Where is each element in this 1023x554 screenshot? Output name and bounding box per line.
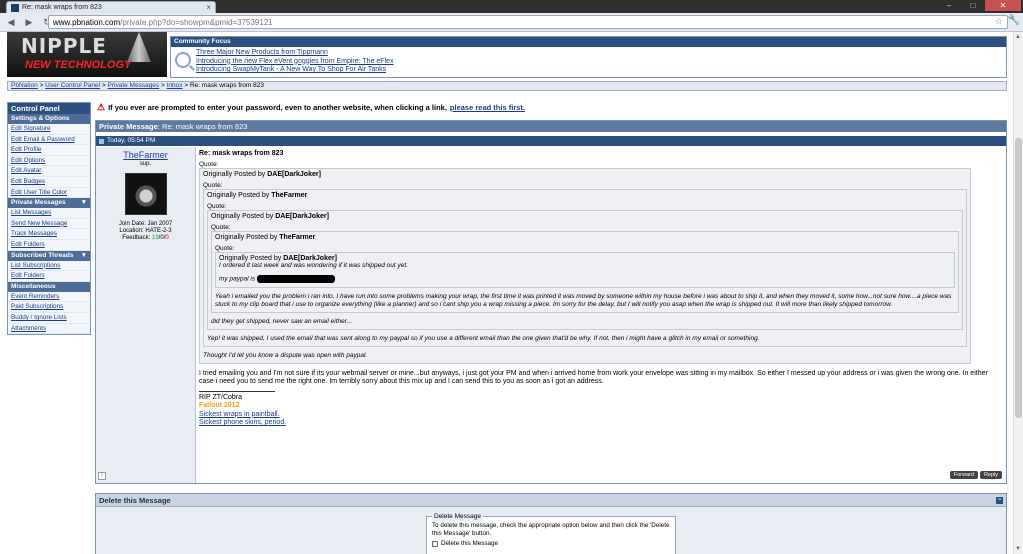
breadcrumb-link[interactable]: Inbox	[167, 82, 183, 89]
reply-text: I tried emailing you and I'm not sure if…	[199, 369, 988, 386]
page-scrollbar[interactable]: ▲ ▼	[1013, 32, 1023, 554]
back-icon[interactable]: ◀	[4, 15, 18, 29]
warning-icon: ⚠	[97, 102, 106, 112]
forward-icon[interactable]: ▶	[22, 15, 36, 29]
community-focus-title: Community Focus	[171, 37, 1006, 47]
sidebar-item[interactable]: Event Reminders	[8, 291, 90, 303]
signature: RIP ZT/Cobra Fallout 2012 Sickest wraps …	[197, 390, 1006, 428]
sidebar-item[interactable]: Paid Subscriptions	[8, 302, 90, 313]
checkbox-icon	[432, 540, 438, 547]
sidebar-item[interactable]: Edit Signature	[8, 124, 90, 135]
breadcrumb-current: Re: mask wraps from 823	[189, 82, 264, 89]
collapse-arrow-icon: ▼	[80, 199, 87, 207]
logo-tagline: NEW TECHNOLOGY	[25, 59, 132, 71]
sidebar-item[interactable]: Edit Options	[8, 155, 90, 167]
community-focus-box: Community Focus Three Major New Products…	[170, 36, 1007, 78]
breadcrumb: PbNation > User Control Panel > Private …	[7, 81, 1007, 91]
username-link[interactable]: TheFarmer	[96, 150, 195, 160]
url-host: www.pbnation.com	[53, 17, 121, 27]
bookmark-star-icon[interactable]: ☆	[995, 16, 1003, 27]
avatar	[124, 173, 167, 215]
focus-link[interactable]: Introducing the new Flex eVent goggles f…	[196, 58, 394, 67]
user-stats: Join Date: Jan 2007 Location: HATE-2-3 F…	[118, 221, 173, 241]
scrollbar-thumb[interactable]	[1015, 138, 1022, 418]
sidebar-item[interactable]: Edit Badges	[8, 176, 90, 188]
sidebar-item[interactable]: Edit Avatar	[8, 166, 90, 177]
pm-header: Private Message: Re: mask wraps from 823	[96, 121, 1006, 132]
window-controls: – □ ✕	[937, 0, 1021, 11]
delete-checkbox[interactable]: Delete this Message	[432, 540, 670, 548]
wrench-icon[interactable]: 🔧	[1008, 15, 1020, 26]
tab-title: Re: mask wraps from 823	[22, 4, 102, 11]
sidebar-item[interactable]: Attachments	[8, 323, 90, 335]
close-tab-icon[interactable]: ×	[206, 3, 211, 12]
sidebar-item[interactable]: List Messages	[8, 208, 90, 219]
warning-link[interactable]: please read this first.	[450, 103, 525, 112]
message-body: Re: mask wraps from 823 Quote: Originall…	[197, 147, 1006, 483]
message-actions: Forward Reply	[949, 471, 1002, 479]
forward-button[interactable]: Forward	[949, 471, 978, 479]
address-bar[interactable]: www.pbnation.com/private.php?do=showpm&p…	[48, 15, 1008, 29]
user-title: sup.	[139, 161, 152, 167]
sidebar-item[interactable]: List Subscriptions	[8, 260, 90, 272]
minimize-icon[interactable]: –	[937, 0, 961, 11]
sidebar-item[interactable]: Edit User Title Color	[8, 187, 90, 199]
sidebar-item[interactable]: Buddy / Ignore Lists	[8, 312, 90, 324]
sidebar-item[interactable]: Edit Folders	[8, 239, 90, 251]
breadcrumb-link[interactable]: Private Messages	[108, 82, 160, 89]
sidebar-section-header[interactable]: Subscribed Threads ▼	[8, 250, 90, 261]
site-logo[interactable]: NIPPLE NEW TECHNOLOGY	[7, 32, 167, 77]
sidebar-item[interactable]: Edit Folders	[8, 271, 90, 282]
quote-level-1: Originally Posted by DAE[DarkJoker] Quot…	[199, 168, 971, 364]
page-content: NIPPLE NEW TECHNOLOGY Community Focus Th…	[0, 32, 1013, 554]
logo-graphic	[127, 32, 151, 62]
browser-tab[interactable]: Re: mask wraps from 823 ×	[6, 1, 216, 13]
collapse-icon[interactable]: −	[996, 497, 1003, 504]
favicon-icon	[11, 3, 19, 12]
sidebar-item[interactable]: Edit Profile	[8, 145, 90, 156]
browser-titlebar: Re: mask wraps from 823 × – □ ✕	[0, 0, 1023, 13]
quote-level-3: Originally Posted by DAE[DarkJoker] Quot…	[207, 210, 963, 330]
signature-link[interactable]: Sickest phone skins, period.	[199, 419, 1006, 428]
sidebar-section-header: Miscellaneous	[8, 281, 90, 292]
focus-link[interactable]: Introducing SwapMyTank - A New Way To Sh…	[196, 66, 394, 75]
sidebar-section-header: Settings & Options	[8, 114, 90, 124]
logo-text: NIPPLE	[21, 34, 107, 58]
breadcrumb-link[interactable]: PbNation	[11, 82, 38, 89]
quote-level-2: Originally Posted by TheFarmer Quote: Or…	[203, 189, 967, 347]
sidebar-item[interactable]: Send New Message	[8, 218, 90, 230]
sidebar-section-header[interactable]: Private Messages ▼	[8, 198, 90, 209]
quote-level-5: Originally Posted by DAE[DarkJoker] I or…	[215, 252, 955, 288]
browser-toolbar: ◀ ▶ ↻ www.pbnation.com/private.php?do=sh…	[0, 13, 1023, 32]
scroll-up-icon[interactable]: ▲	[1015, 34, 1021, 40]
quote-level-4: Originally Posted by TheFarmer Quote: Or…	[211, 231, 959, 313]
sidebar-item[interactable]: Edit Email & Password	[8, 134, 90, 146]
url-path: /private.php?do=showpm&pmid=37539121	[120, 17, 273, 27]
message-subject: Re: mask wraps from 823	[199, 150, 284, 157]
delete-panel-title: Delete this Message −	[96, 494, 1006, 507]
delete-fieldset: Delete Message To delete this message, c…	[426, 513, 676, 554]
redacted-email	[256, 275, 335, 283]
post-icon	[99, 138, 104, 144]
control-panel-title: Control Panel	[8, 103, 90, 114]
reply-button[interactable]: Reply	[979, 471, 1002, 479]
sidebar-item[interactable]: Track Messages	[8, 229, 90, 240]
maximize-icon[interactable]: □	[961, 0, 985, 11]
magnifier-icon	[175, 52, 191, 68]
close-window-icon[interactable]: ✕	[985, 0, 1021, 11]
control-panel-sidebar: Control Panel Settings & Options Edit Si…	[7, 102, 91, 336]
breadcrumb-link[interactable]: User Control Panel	[45, 82, 100, 89]
scroll-down-icon[interactable]: ▼	[1015, 546, 1021, 552]
report-icon[interactable]: !	[98, 472, 106, 480]
private-message-panel: Private Message: Re: mask wraps from 823…	[95, 120, 1007, 484]
password-warning: ⚠ If you ever are prompted to enter your…	[97, 102, 525, 112]
pm-date-bar: Today, 05:54 PM	[96, 136, 1006, 146]
focus-link[interactable]: Three Major New Products from Tippmann	[196, 49, 394, 58]
collapse-arrow-icon: ▼	[80, 251, 87, 259]
delete-message-panel: Delete this Message − Delete Message To …	[95, 493, 1007, 554]
signature-link[interactable]: Sickest wraps in paintball.	[199, 411, 1006, 420]
user-info-panel: TheFarmer sup. Join Date: Jan 2007 Locat…	[96, 147, 196, 483]
